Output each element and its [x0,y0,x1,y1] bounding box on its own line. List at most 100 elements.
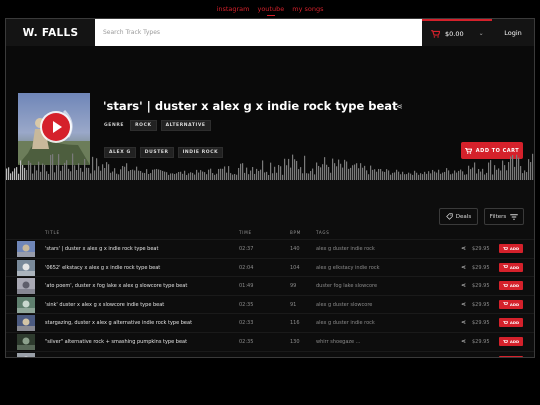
waveform-bar [182,173,184,180]
waveform-bar [138,170,140,180]
share-icon[interactable]: ⋖ [461,301,466,308]
waveform-bar [510,156,512,180]
search-bar[interactable] [95,19,422,46]
track-title[interactable]: 'sink' duster x alex g x slowcore indie … [45,302,164,308]
waveform-bar [210,168,212,180]
track-title[interactable]: 'stars' | duster x alex g x indie rock t… [45,246,158,252]
waveform-bar [526,172,528,180]
logo[interactable]: W. FALLS [6,19,95,46]
waveform-bar [200,170,202,180]
nav-instagram[interactable]: instagram [217,5,250,13]
waveform-bar [246,167,248,180]
waveform-bar [106,162,108,180]
nav-youtube[interactable]: youtube [257,5,284,16]
waveform-bar [180,171,182,180]
filters-button[interactable]: Filters [484,208,524,225]
waveform-bar [152,169,154,180]
waveform-bar [258,170,260,180]
header: W. FALLS $0.00 ⌄ Login [6,19,534,46]
table-row[interactable]: '0652' elkstacy x alex g x indie rock ty… [6,257,534,276]
track-thumbnail[interactable] [17,352,35,358]
waveform-bar [156,168,158,180]
cart-button[interactable]: $0.00 ⌄ [422,19,492,46]
waveform-bar [160,170,162,180]
genre-chip-alternative[interactable]: ALTERNATIVE [160,120,211,131]
track-title[interactable]: '0652' elkstacy x alex g x indie rock ty… [45,265,160,271]
add-button[interactable]: ADD [499,244,523,253]
waveform-bar [368,174,370,180]
add-button[interactable]: ADD [499,281,523,291]
table-row[interactable]: stargazing, duster x alex g alternative … [6,313,534,332]
waveform-bar [70,171,72,180]
waveform-bar [204,172,206,180]
table-row[interactable]: 'VIOLENCE' post punk + eyedress + thxsom… [6,350,534,358]
waveform-bar [358,168,360,180]
track-time: 02:33 [239,320,254,327]
waveform-bar [136,166,138,180]
waveform-bar [132,169,134,180]
track-title[interactable]: "silver" alternative rock + smashing pum… [45,339,187,345]
add-button[interactable]: ADD [499,262,523,272]
waveform-bar [46,171,48,180]
waveform-bar [498,168,500,180]
add-button[interactable]: ADD [499,355,523,357]
waveform-bar [24,167,26,180]
waveform-bar [468,165,470,180]
add-button[interactable]: ADD [499,337,523,346]
waveform-bar [222,168,224,180]
waveform[interactable] [6,149,534,180]
search-input[interactable] [103,29,422,36]
filters-label: Filters [489,213,507,220]
waveform-bar [98,166,100,180]
waveform-bar [260,169,262,180]
share-icon[interactable]: ⋖ [396,102,403,111]
track-title[interactable]: 'ato poem', duster x fog lake x alex g s… [45,283,187,289]
cart-icon [503,320,508,324]
login-link[interactable]: Login [492,19,534,46]
waveform-bar [172,173,174,180]
table-row[interactable]: 'stars' | duster x alex g x indie rock t… [6,239,534,257]
waveform-bar [158,169,160,180]
track-thumbnail[interactable] [17,315,35,332]
add-button[interactable]: ADD [499,318,523,328]
waveform-bar [328,166,330,180]
chevron-down-icon: ⌄ [478,30,484,37]
share-icon[interactable]: ⋖ [461,264,466,271]
share-icon[interactable]: ⋖ [461,282,466,289]
share-icon[interactable]: ⋖ [461,338,466,345]
share-icon[interactable]: ⋖ [461,245,466,252]
waveform-bar [164,171,166,180]
track-thumbnail[interactable] [17,241,35,257]
waveform-bar [488,162,490,180]
waveform-bar [504,165,506,180]
waveform-bar [304,155,306,180]
waveform-bar [6,168,8,180]
waveform-bar [110,172,112,180]
track-thumbnail[interactable] [17,259,35,276]
deals-button[interactable]: Deals [439,208,478,225]
track-bpm: 104 [290,264,300,271]
track-thumbnail[interactable] [17,296,35,313]
genre-chip-rock[interactable]: ROCK [130,120,157,131]
track-thumbnail[interactable] [17,334,35,350]
share-icon[interactable]: ⋖ [461,357,466,358]
waveform-bar [462,171,464,180]
cart-icon [431,29,440,38]
track-thumbnail[interactable] [17,278,35,295]
waveform-bar [56,165,58,180]
play-button[interactable] [42,113,70,141]
waveform-bar [198,172,200,180]
track-title[interactable]: stargazing, duster x alex g alternative … [45,320,192,326]
table-row[interactable]: 'sink' duster x alex g x slowcore indie … [6,294,534,313]
table-row[interactable]: 'ato poem', duster x fog lake x alex g s… [6,276,534,295]
waveform-bar [502,160,504,180]
share-icon[interactable]: ⋖ [461,319,466,326]
waveform-bar [364,165,366,180]
add-button[interactable]: ADD [499,299,523,309]
waveform-bar [126,163,128,180]
table-row[interactable]: "silver" alternative rock + smashing pum… [6,332,534,350]
waveform-bar [34,165,36,180]
waveform-bar [130,170,132,180]
nav-my-songs[interactable]: my songs [292,5,323,13]
track-bpm: 116 [290,320,300,327]
